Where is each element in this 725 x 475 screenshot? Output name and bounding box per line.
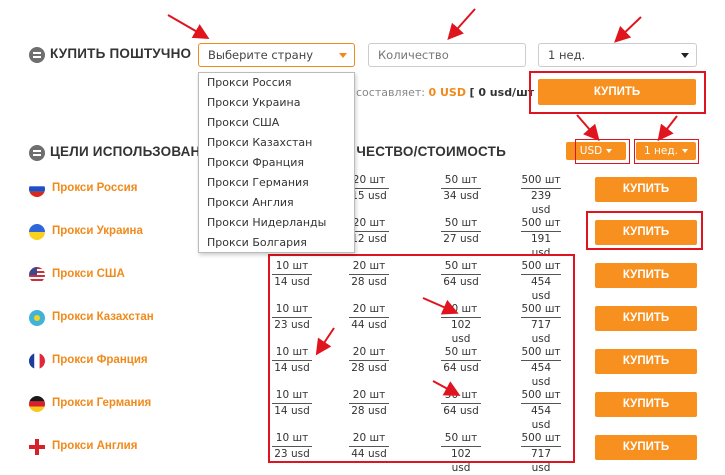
country-select-value: Выберите страну <box>208 48 314 62</box>
dropdown-option[interactable]: Прокси Нидерланды <box>199 213 354 233</box>
row-buy-button[interactable]: КУПИТЬ <box>595 263 697 288</box>
buy-button[interactable]: КУПИТЬ <box>538 79 696 105</box>
germany-flag-icon <box>29 396 45 412</box>
quantity-value: 50 шт <box>441 174 481 189</box>
row-label[interactable]: Прокси Франция <box>52 354 148 366</box>
price-option[interactable]: 50 шт 34 usd <box>441 174 481 203</box>
england-flag-icon <box>29 439 45 455</box>
price-value: 15 usd <box>351 190 387 202</box>
price-option[interactable]: 500 шт 239 usd <box>521 174 561 217</box>
dropdown-option[interactable]: Прокси Англия <box>199 193 354 213</box>
arrow-3 <box>614 16 642 43</box>
price-value: 239 usd <box>530 190 552 216</box>
row-buy-button[interactable]: КУПИТЬ <box>595 349 697 374</box>
row-buy-button[interactable]: КУПИТЬ <box>595 435 697 460</box>
row-buy-button[interactable]: КУПИТЬ <box>595 306 697 331</box>
quantity-value: 500 шт <box>521 174 561 189</box>
quantity-value: 500 шт <box>521 217 561 232</box>
row-label[interactable]: Прокси Англия <box>52 440 137 452</box>
quantity-value: 50 шт <box>441 217 481 232</box>
row-label[interactable]: Прокси Россия <box>52 182 137 194</box>
dropdown-option[interactable]: Прокси Украина <box>199 93 354 113</box>
dropdown-option[interactable]: Прокси Россия <box>199 73 354 93</box>
kazakhstan-flag-icon <box>29 310 45 326</box>
country-dropdown-list[interactable]: Прокси Россия Прокси Украина Прокси США Про… <box>198 72 355 253</box>
ukraine-flag-icon <box>29 224 45 240</box>
annotation-box <box>268 254 575 463</box>
period-select[interactable]: 1 нед. <box>538 43 697 67</box>
row-buy-button[interactable]: КУПИТЬ <box>595 177 697 202</box>
row-label[interactable]: Прокси Украина <box>52 225 143 237</box>
chevron-down-icon <box>681 53 689 58</box>
dropdown-option[interactable]: Прокси Франция <box>199 153 354 173</box>
total-amount: 0 USD <box>428 86 466 99</box>
country-select[interactable]: Выберите страну <box>198 43 355 67</box>
row-buy-button[interactable]: КУПИТЬ <box>595 392 697 417</box>
row-label[interactable]: Прокси Казахстан <box>52 311 154 323</box>
section-icon <box>29 46 45 64</box>
price-value: 12 usd <box>351 233 387 245</box>
usa-flag-icon <box>29 267 45 283</box>
arrow-4 <box>576 114 600 142</box>
section-purposes-title: ЦЕЛИ ИСПОЛЬЗОВАНИЯ <box>50 144 200 159</box>
chevron-down-icon <box>339 53 347 58</box>
quantity-value: 20 шт <box>349 174 389 189</box>
dropdown-option[interactable]: Прокси Германия <box>199 173 354 193</box>
price-option[interactable]: 20 шт 15 usd <box>349 174 389 203</box>
arrow-1 <box>167 14 210 40</box>
dropdown-option[interactable]: Прокси США <box>199 113 354 133</box>
quantity-cost-header: КОЛИЧЕСТВО/СТОИМОСТЬ <box>356 144 506 159</box>
total-summary: составляет: 0 USD [ 0 usd/шт ] <box>356 86 543 99</box>
price-option[interactable]: 50 шт 27 usd <box>441 217 481 246</box>
period-select-value: 1 нед. <box>548 48 586 62</box>
price-value: 34 usd <box>443 190 479 202</box>
arrow-5 <box>657 115 678 142</box>
section-icon <box>29 144 45 162</box>
dropdown-option[interactable]: Прокси Казахстан <box>199 133 354 153</box>
price-option[interactable]: 20 шт 12 usd <box>349 217 389 246</box>
dropdown-option[interactable]: Прокси Болгария <box>199 233 354 253</box>
arrow-2 <box>447 8 476 40</box>
annotation-box <box>586 211 703 250</box>
quantity-value: 20 шт <box>349 217 389 232</box>
annotation-box <box>575 139 630 164</box>
total-label: составляет: <box>356 86 425 99</box>
price-value: 27 usd <box>443 233 479 245</box>
section-buy-single-title: КУПИТЬ ПОШТУЧНО <box>50 46 192 61</box>
annotation-box <box>634 139 699 164</box>
russia-flag-icon <box>29 181 45 197</box>
row-label[interactable]: Прокси Германия <box>52 397 151 409</box>
row-label[interactable]: Прокси США <box>52 268 125 280</box>
quantity-input[interactable] <box>368 43 526 67</box>
france-flag-icon <box>29 353 45 369</box>
